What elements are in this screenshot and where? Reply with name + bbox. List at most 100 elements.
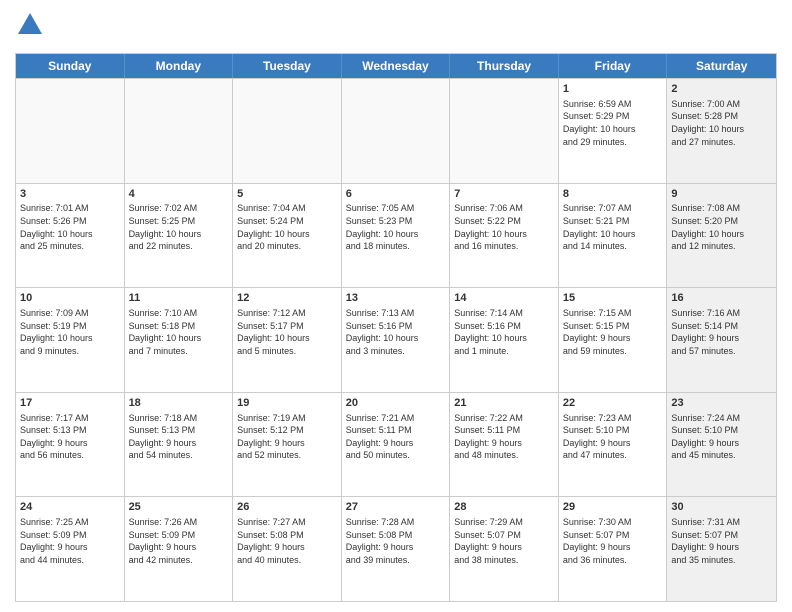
calendar-cell-day-28: 28Sunrise: 7:29 AMSunset: 5:07 PMDayligh… — [450, 497, 559, 601]
cell-text-line: Sunset: 5:11 PM — [346, 424, 446, 437]
cell-text-line: Daylight: 10 hours — [237, 332, 337, 345]
cell-text-line: Daylight: 10 hours — [454, 332, 554, 345]
cell-text-line: and 45 minutes. — [671, 449, 772, 462]
calendar-cell-day-11: 11Sunrise: 7:10 AMSunset: 5:18 PMDayligh… — [125, 288, 234, 392]
weekday-header-wednesday: Wednesday — [342, 54, 451, 78]
cell-text-line: Sunset: 5:23 PM — [346, 215, 446, 228]
calendar-cell-day-23: 23Sunrise: 7:24 AMSunset: 5:10 PMDayligh… — [667, 393, 776, 497]
cell-text-line: and 52 minutes. — [237, 449, 337, 462]
calendar-cell-day-6: 6Sunrise: 7:05 AMSunset: 5:23 PMDaylight… — [342, 184, 451, 288]
cell-text-line: Daylight: 10 hours — [237, 228, 337, 241]
cell-text-line: and 47 minutes. — [563, 449, 663, 462]
day-number: 21 — [454, 396, 554, 411]
cell-text-line: and 35 minutes. — [671, 554, 772, 567]
calendar-cell-day-8: 8Sunrise: 7:07 AMSunset: 5:21 PMDaylight… — [559, 184, 668, 288]
cell-text-line: Daylight: 10 hours — [671, 123, 772, 136]
cell-text-line: Daylight: 9 hours — [237, 541, 337, 554]
cell-text-line: Sunset: 5:09 PM — [129, 529, 229, 542]
cell-text-line: Sunrise: 7:15 AM — [563, 307, 663, 320]
cell-text-line: Daylight: 9 hours — [20, 541, 120, 554]
calendar-cell-day-2: 2Sunrise: 7:00 AMSunset: 5:28 PMDaylight… — [667, 79, 776, 183]
calendar-cell-day-7: 7Sunrise: 7:06 AMSunset: 5:22 PMDaylight… — [450, 184, 559, 288]
cell-text-line: Sunset: 5:12 PM — [237, 424, 337, 437]
cell-text-line: and 20 minutes. — [237, 240, 337, 253]
cell-text-line: Sunset: 5:09 PM — [20, 529, 120, 542]
cell-text-line: Sunset: 5:10 PM — [671, 424, 772, 437]
calendar-cell-empty-0-1 — [125, 79, 234, 183]
cell-text-line: Sunset: 5:16 PM — [454, 320, 554, 333]
cell-text-line: Sunrise: 7:19 AM — [237, 412, 337, 425]
cell-text-line: Sunset: 5:11 PM — [454, 424, 554, 437]
day-number: 16 — [671, 291, 772, 306]
cell-text-line: and 29 minutes. — [563, 136, 663, 149]
cell-text-line: Sunset: 5:07 PM — [671, 529, 772, 542]
cell-text-line: Sunset: 5:22 PM — [454, 215, 554, 228]
cell-text-line: and 38 minutes. — [454, 554, 554, 567]
cell-text-line: and 36 minutes. — [563, 554, 663, 567]
day-number: 8 — [563, 187, 663, 202]
cell-text-line: Daylight: 10 hours — [129, 332, 229, 345]
cell-text-line: and 18 minutes. — [346, 240, 446, 253]
calendar-cell-day-17: 17Sunrise: 7:17 AMSunset: 5:13 PMDayligh… — [16, 393, 125, 497]
calendar-cell-empty-0-2 — [233, 79, 342, 183]
cell-text-line: Daylight: 9 hours — [454, 541, 554, 554]
cell-text-line: Sunset: 5:26 PM — [20, 215, 120, 228]
cell-text-line: Sunset: 5:24 PM — [237, 215, 337, 228]
cell-text-line: Daylight: 10 hours — [563, 228, 663, 241]
cell-text-line: Sunrise: 7:02 AM — [129, 202, 229, 215]
cell-text-line: Sunrise: 7:30 AM — [563, 516, 663, 529]
cell-text-line: Sunset: 5:13 PM — [129, 424, 229, 437]
day-number: 24 — [20, 500, 120, 515]
calendar-cell-day-16: 16Sunrise: 7:16 AMSunset: 5:14 PMDayligh… — [667, 288, 776, 392]
cell-text-line: Sunrise: 7:06 AM — [454, 202, 554, 215]
cell-text-line: Daylight: 9 hours — [563, 437, 663, 450]
cell-text-line: Sunrise: 7:29 AM — [454, 516, 554, 529]
cell-text-line: Daylight: 9 hours — [129, 541, 229, 554]
cell-text-line: and 57 minutes. — [671, 345, 772, 358]
cell-text-line: Sunrise: 7:01 AM — [20, 202, 120, 215]
cell-text-line: Sunrise: 7:00 AM — [671, 98, 772, 111]
calendar-cell-empty-0-3 — [342, 79, 451, 183]
cell-text-line: Sunrise: 7:24 AM — [671, 412, 772, 425]
calendar-cell-day-25: 25Sunrise: 7:26 AMSunset: 5:09 PMDayligh… — [125, 497, 234, 601]
calendar-cell-day-29: 29Sunrise: 7:30 AMSunset: 5:07 PMDayligh… — [559, 497, 668, 601]
calendar-cell-day-27: 27Sunrise: 7:28 AMSunset: 5:08 PMDayligh… — [342, 497, 451, 601]
cell-text-line: Daylight: 10 hours — [346, 332, 446, 345]
cell-text-line: Sunrise: 7:04 AM — [237, 202, 337, 215]
cell-text-line: and 40 minutes. — [237, 554, 337, 567]
cell-text-line: Sunrise: 7:08 AM — [671, 202, 772, 215]
calendar-row-1: 3Sunrise: 7:01 AMSunset: 5:26 PMDaylight… — [16, 183, 776, 288]
day-number: 22 — [563, 396, 663, 411]
cell-text-line: Sunrise: 7:07 AM — [563, 202, 663, 215]
cell-text-line: Sunrise: 7:22 AM — [454, 412, 554, 425]
cell-text-line: Daylight: 10 hours — [129, 228, 229, 241]
cell-text-line: Sunrise: 7:14 AM — [454, 307, 554, 320]
calendar-cell-day-21: 21Sunrise: 7:22 AMSunset: 5:11 PMDayligh… — [450, 393, 559, 497]
cell-text-line: Daylight: 9 hours — [129, 437, 229, 450]
cell-text-line: and 16 minutes. — [454, 240, 554, 253]
calendar-cell-day-26: 26Sunrise: 7:27 AMSunset: 5:08 PMDayligh… — [233, 497, 342, 601]
cell-text-line: Sunset: 5:25 PM — [129, 215, 229, 228]
cell-text-line: Daylight: 9 hours — [563, 541, 663, 554]
cell-text-line: Daylight: 10 hours — [454, 228, 554, 241]
calendar-cell-day-30: 30Sunrise: 7:31 AMSunset: 5:07 PMDayligh… — [667, 497, 776, 601]
calendar-body: 1Sunrise: 6:59 AMSunset: 5:29 PMDaylight… — [16, 78, 776, 601]
cell-text-line: and 25 minutes. — [20, 240, 120, 253]
calendar-header: SundayMondayTuesdayWednesdayThursdayFrid… — [16, 54, 776, 78]
cell-text-line: Sunrise: 7:12 AM — [237, 307, 337, 320]
calendar-row-3: 17Sunrise: 7:17 AMSunset: 5:13 PMDayligh… — [16, 392, 776, 497]
calendar-cell-day-18: 18Sunrise: 7:18 AMSunset: 5:13 PMDayligh… — [125, 393, 234, 497]
cell-text-line: Sunrise: 7:18 AM — [129, 412, 229, 425]
weekday-header-tuesday: Tuesday — [233, 54, 342, 78]
calendar-cell-day-9: 9Sunrise: 7:08 AMSunset: 5:20 PMDaylight… — [667, 184, 776, 288]
cell-text-line: Daylight: 9 hours — [563, 332, 663, 345]
cell-text-line: Daylight: 9 hours — [346, 437, 446, 450]
calendar-cell-day-10: 10Sunrise: 7:09 AMSunset: 5:19 PMDayligh… — [16, 288, 125, 392]
cell-text-line: Sunset: 5:28 PM — [671, 110, 772, 123]
cell-text-line: and 39 minutes. — [346, 554, 446, 567]
cell-text-line: Sunrise: 6:59 AM — [563, 98, 663, 111]
calendar-cell-day-19: 19Sunrise: 7:19 AMSunset: 5:12 PMDayligh… — [233, 393, 342, 497]
day-number: 27 — [346, 500, 446, 515]
calendar-cell-day-3: 3Sunrise: 7:01 AMSunset: 5:26 PMDaylight… — [16, 184, 125, 288]
calendar-cell-empty-0-4 — [450, 79, 559, 183]
